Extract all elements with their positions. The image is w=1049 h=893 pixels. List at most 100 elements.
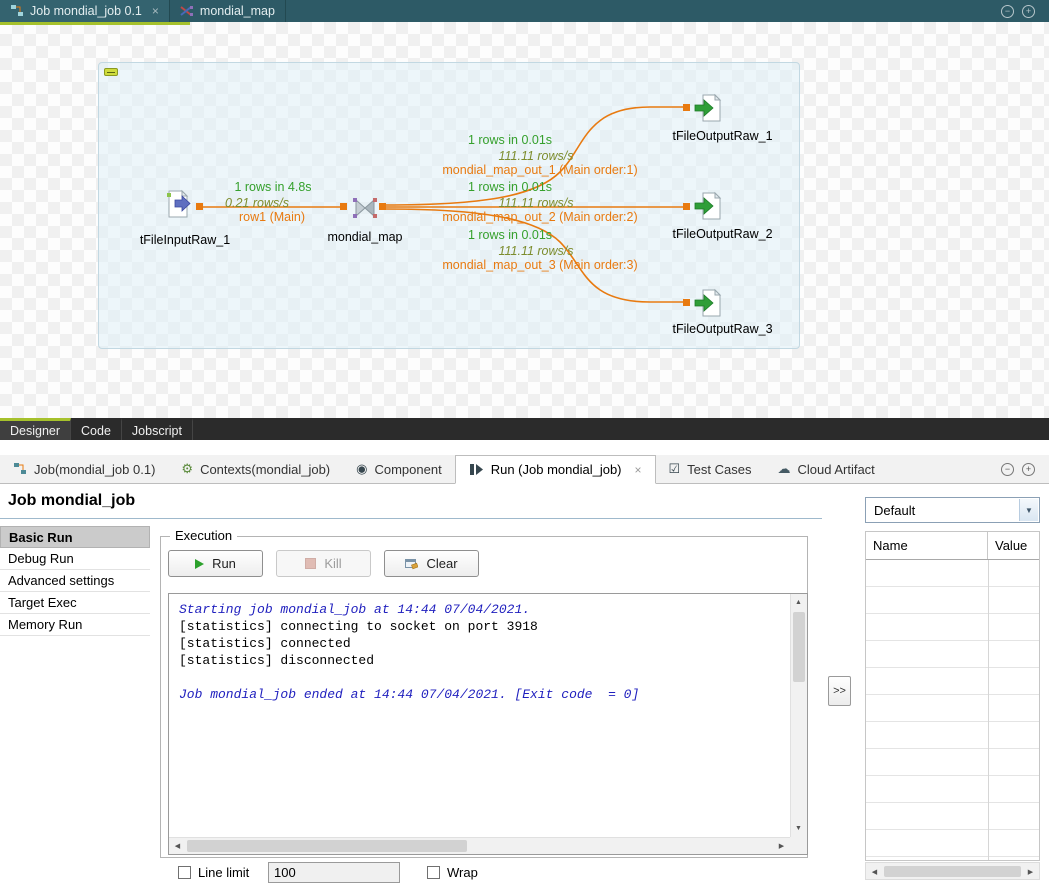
line-limit-checkbox[interactable] — [178, 866, 191, 879]
component-tFileInputRaw-1[interactable] — [163, 189, 193, 219]
maximize-icon[interactable]: + — [1022, 5, 1035, 18]
component-label[interactable]: tFileInputRaw_1 — [125, 233, 245, 247]
connection-label[interactable]: mondial_map_out_3 (Main order:3) — [425, 258, 655, 272]
row-stats: 1 rows in 0.01s — [445, 228, 575, 242]
context-selector-value: Default — [874, 503, 915, 518]
tab-jobscript[interactable]: Jobscript — [122, 418, 193, 440]
kill-button[interactable]: Kill — [276, 550, 371, 577]
context-horizontal-scrollbar[interactable]: ◀ ▶ — [865, 862, 1040, 880]
scroll-left-icon[interactable]: ◀ — [866, 863, 883, 880]
context-table-body[interactable] — [866, 560, 1039, 860]
scrollbar-corner — [790, 837, 807, 854]
menu-item-memory-run[interactable]: Memory Run — [0, 614, 150, 636]
tab-label: mondial_map — [200, 4, 275, 18]
run-view-icon — [469, 462, 484, 477]
scroll-right-icon[interactable]: ▶ — [773, 837, 790, 854]
minimize-icon[interactable]: − — [1001, 5, 1014, 18]
chevron-down-icon[interactable]: ▼ — [1019, 499, 1038, 521]
row-rate: 111.11 rows/s — [478, 149, 594, 163]
tab-designer[interactable]: Designer — [0, 418, 71, 440]
component-label[interactable]: tFileOutputRaw_3 — [660, 322, 785, 336]
component-label[interactable]: mondial_map — [320, 230, 410, 244]
run-button[interactable]: Run — [168, 550, 263, 577]
run-button-label: Run — [212, 556, 236, 571]
menu-item-basic-run[interactable]: Basic Run — [0, 526, 150, 548]
designer-canvas[interactable]: tFileInputRaw_1 mondial_map tFileOutputR… — [0, 22, 1049, 418]
row-rate: 0.21 rows/s — [199, 196, 315, 210]
connection-label[interactable]: mondial_map_out_2 (Main order:2) — [425, 210, 655, 224]
vertical-scroll-thumb[interactable] — [793, 612, 805, 682]
title-divider — [0, 518, 822, 519]
tab-component-view[interactable]: ◉ Component — [343, 455, 455, 483]
console-vertical-scrollbar[interactable]: ▲ ▼ — [790, 594, 807, 837]
tmap-icon — [350, 193, 380, 223]
console-line: [statistics] connected — [179, 635, 785, 652]
scroll-up-icon[interactable]: ▲ — [790, 594, 807, 611]
clear-button[interactable]: Clear — [384, 550, 479, 577]
context-variables-table[interactable]: Name Value — [865, 531, 1040, 861]
job-icon — [10, 4, 24, 18]
expand-context-panel-button[interactable]: >> — [828, 676, 851, 706]
tab-job-mondial-job[interactable]: Job mondial_job 0.1 × — [0, 0, 170, 22]
component-label[interactable]: tFileOutputRaw_2 — [660, 227, 785, 241]
console-line: Job mondial_job ended at 14:44 07/04/202… — [179, 686, 785, 703]
console-output: Starting job mondial_job at 14:44 07/04/… — [179, 601, 785, 703]
tab-run-view[interactable]: Run (Job mondial_job) × — [455, 455, 656, 484]
tab-test-cases[interactable]: ☑ Test Cases — [656, 455, 765, 483]
tab-label: Run (Job mondial_job) — [491, 462, 622, 477]
connection-label[interactable]: row1 (Main) — [207, 210, 337, 224]
connection-label[interactable]: mondial_map_out_1 (Main order:1) — [425, 163, 655, 177]
row-stats: 1 rows in 4.8s — [208, 180, 338, 194]
minimize-icon[interactable]: − — [1001, 463, 1014, 476]
tab-mondial-map[interactable]: mondial_map — [170, 0, 286, 22]
view-tabbar: Designer Code Jobscript — [0, 418, 1049, 440]
row-stats: 1 rows in 0.01s — [445, 180, 575, 194]
wrap-checkbox[interactable] — [427, 866, 440, 879]
active-tab-indicator — [0, 22, 190, 25]
horizontal-scroll-thumb[interactable] — [187, 840, 467, 852]
component-label[interactable]: tFileOutputRaw_1 — [660, 129, 785, 143]
row-rate: 111.11 rows/s — [478, 196, 594, 210]
menu-item-target-exec[interactable]: Target Exec — [0, 592, 150, 614]
menu-item-advanced-settings[interactable]: Advanced settings — [0, 570, 150, 592]
component-tFileOutputRaw-3[interactable] — [694, 288, 724, 318]
tab-label: Contexts(mondial_job) — [200, 462, 330, 477]
menu-item-debug-run[interactable]: Debug Run — [0, 548, 150, 570]
scroll-right-icon[interactable]: ▶ — [1022, 863, 1039, 880]
file-output-raw-icon — [694, 191, 724, 221]
component-mondial-map[interactable] — [350, 193, 380, 223]
console-line: Starting job mondial_job at 14:44 07/04/… — [179, 601, 785, 618]
page-title: Job mondial_job — [8, 492, 135, 510]
component-tFileOutputRaw-1[interactable] — [694, 93, 724, 123]
file-input-raw-icon — [163, 189, 193, 219]
play-icon — [195, 559, 204, 569]
line-limit-input[interactable] — [268, 862, 400, 883]
panel-tabbar: Job(mondial_job 0.1) ⚙ Contexts(mondial_… — [0, 455, 1049, 484]
component-tFileOutputRaw-2[interactable] — [694, 191, 724, 221]
tab-job-view[interactable]: Job(mondial_job 0.1) — [0, 455, 168, 483]
scroll-down-icon[interactable]: ▼ — [790, 820, 807, 837]
tab-contexts-view[interactable]: ⚙ Contexts(mondial_job) — [168, 455, 343, 483]
close-icon[interactable]: × — [152, 4, 159, 18]
wrap-label: Wrap — [447, 865, 478, 880]
contexts-icon: ⚙ — [181, 461, 193, 477]
scroll-left-icon[interactable]: ◀ — [169, 837, 186, 854]
maximize-icon[interactable]: + — [1022, 463, 1035, 476]
horizontal-scroll-thumb[interactable] — [884, 866, 1021, 877]
column-header-name[interactable]: Name — [866, 532, 988, 559]
console-line — [179, 669, 785, 686]
execution-console[interactable]: Starting job mondial_job at 14:44 07/04/… — [168, 593, 808, 855]
console-line: [statistics] disconnected — [179, 652, 785, 669]
cloud-icon: ☁ — [777, 461, 790, 477]
line-limit-label: Line limit — [198, 865, 249, 880]
close-icon[interactable]: × — [635, 463, 642, 477]
column-header-value[interactable]: Value — [988, 532, 1039, 559]
console-horizontal-scrollbar[interactable]: ◀ ▶ — [169, 837, 790, 854]
panel-window-controls: − + — [1001, 455, 1049, 483]
context-selector[interactable]: Default ▼ — [865, 497, 1040, 523]
tab-code[interactable]: Code — [71, 418, 122, 440]
test-cases-icon: ☑ — [669, 461, 681, 477]
tab-cloud-artifact[interactable]: ☁ Cloud Artifact — [764, 455, 887, 483]
context-table-header: Name Value — [866, 532, 1039, 560]
component-icon: ◉ — [356, 461, 367, 477]
